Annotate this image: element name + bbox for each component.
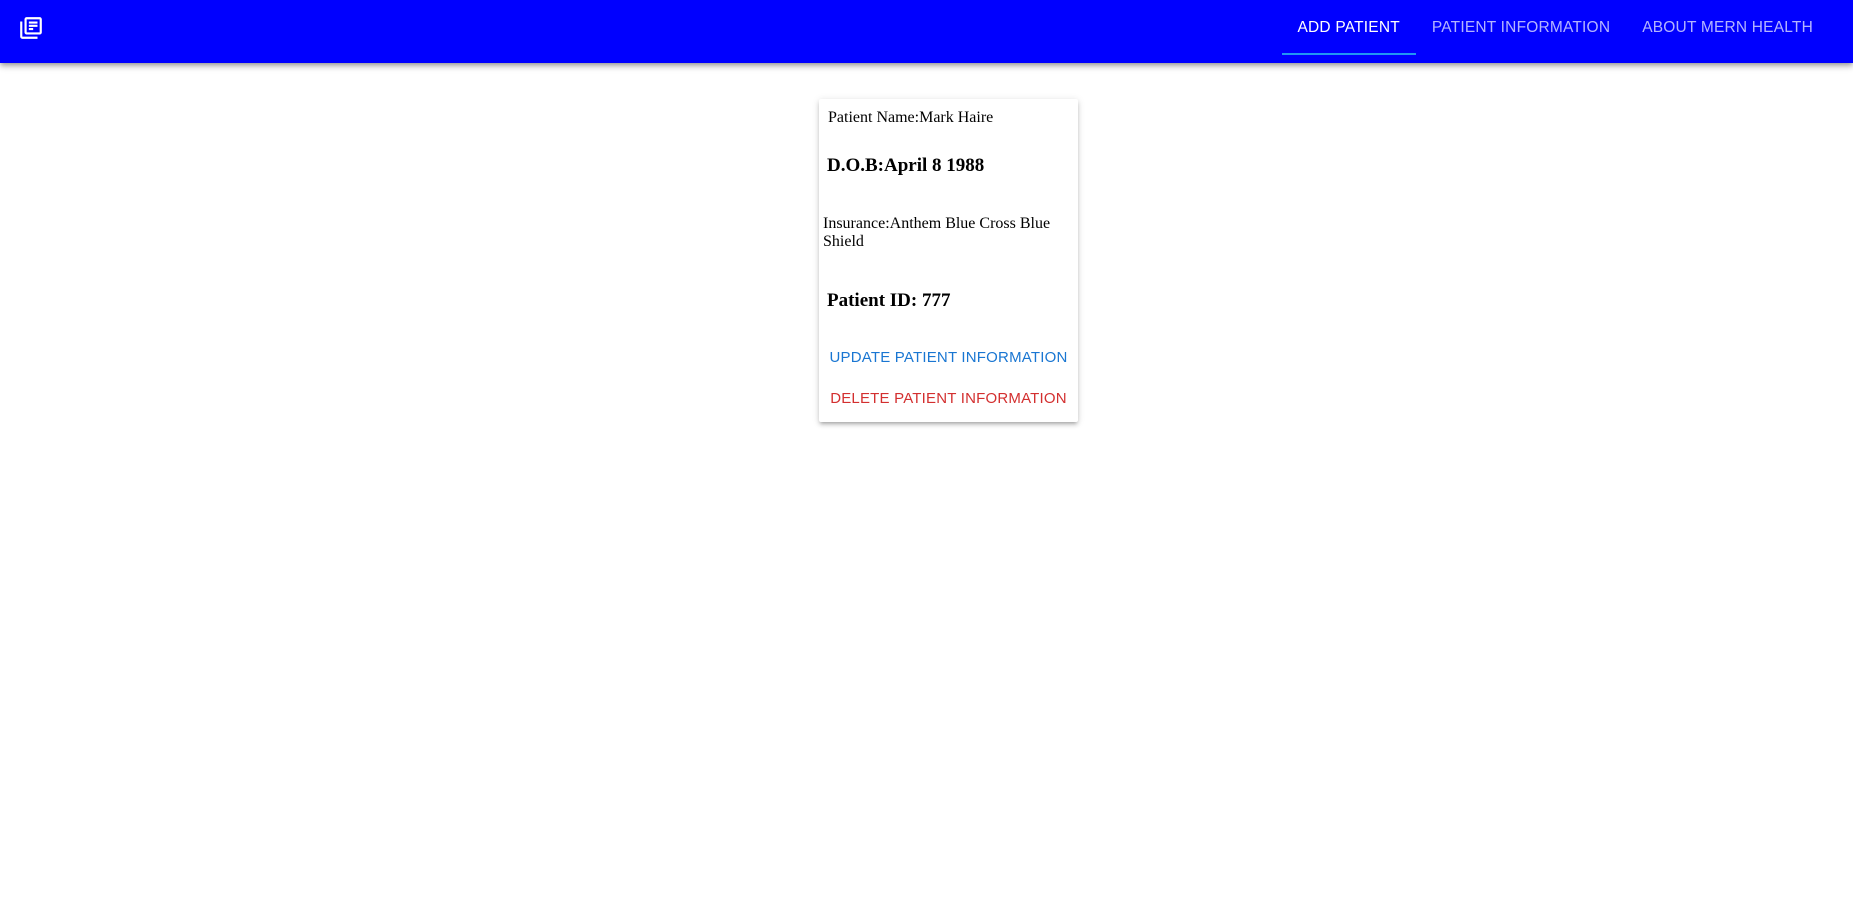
patient-dob-label: D.O.B: <box>827 155 884 176</box>
tab-patient-information[interactable]: PATIENT INFORMATION <box>1416 0 1626 55</box>
nav-tabs: ADD PATIENT PATIENT INFORMATION ABOUT ME… <box>1281 0 1853 63</box>
patient-name-label: Patient Name: <box>828 109 920 126</box>
delete-patient-button[interactable]: DELETE PATIENT INFORMATION <box>827 381 1070 415</box>
patient-id-label: Patient ID: <box>827 290 922 311</box>
tab-about-mern-health[interactable]: ABOUT MERN HEALTH <box>1626 0 1829 55</box>
patient-name-value: Mark Haire <box>919 109 994 126</box>
patient-insurance-label: Insurance: <box>823 215 890 232</box>
patient-dob-value: April 8 1988 <box>884 155 985 176</box>
patient-dob-line: D.O.B:April 8 1988 <box>827 155 984 177</box>
patient-id-value: 777 <box>921 290 951 311</box>
patient-card: Patient Name:Mark Haire D.O.B:April 8 19… <box>819 99 1078 422</box>
app-bar: ADD PATIENT PATIENT INFORMATION ABOUT ME… <box>0 0 1853 63</box>
patient-insurance-line: Insurance:Anthem Blue Cross Blue Shield <box>823 215 1063 251</box>
library-books-icon[interactable] <box>18 15 44 41</box>
update-patient-button[interactable]: UPDATE PATIENT INFORMATION <box>827 340 1070 374</box>
patient-id-line: Patient ID: 777 <box>827 290 950 312</box>
patient-name-line: Patient Name:Mark Haire <box>828 109 993 127</box>
tab-add-patient[interactable]: ADD PATIENT <box>1281 0 1417 55</box>
